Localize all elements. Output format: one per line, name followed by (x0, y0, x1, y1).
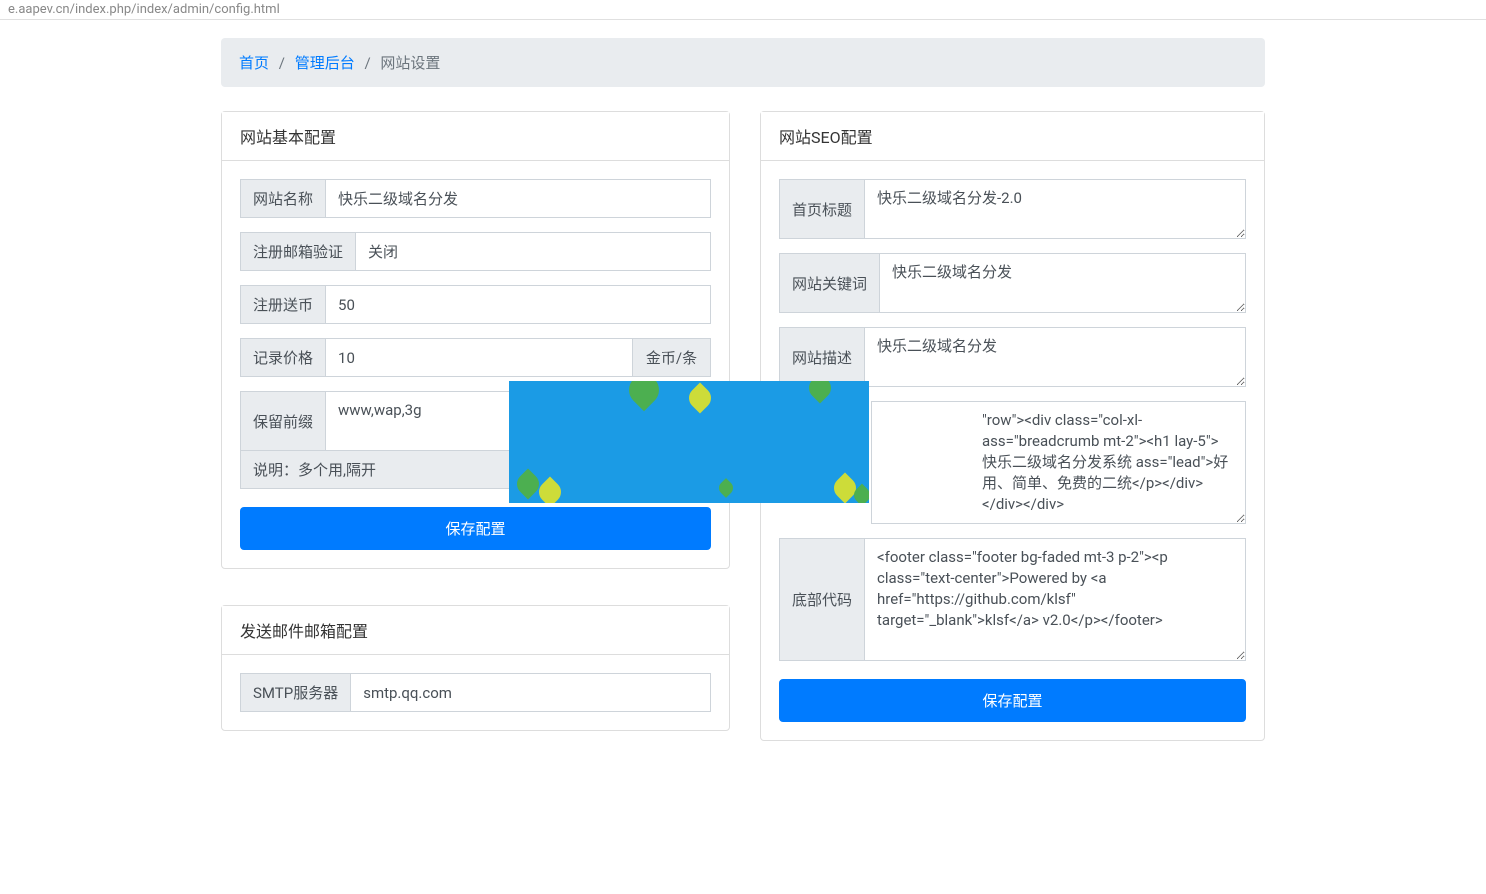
reserved-prefix-note: 说明：多个用,隔开 (240, 450, 711, 489)
reg-coin-input[interactable] (325, 285, 711, 324)
smtp-config-card: 发送邮件邮箱配置 SMTP服务器 (221, 605, 730, 731)
seo-config-card: 网站SEO配置 首页标题 网站关键词 网站描述 (760, 111, 1265, 741)
seo-config-title: 网站SEO配置 (761, 112, 1264, 161)
description-label: 网站描述 (779, 327, 864, 387)
basic-config-card: 网站基本配置 网站名称 注册邮箱验证 关闭 注册送币 (221, 111, 730, 569)
record-price-input[interactable] (325, 338, 633, 377)
reserved-prefix-label: 保留前缀 (240, 391, 325, 451)
breadcrumb-current: 网站设置 (380, 54, 440, 72)
reg-coin-label: 注册送币 (240, 285, 325, 324)
address-bar: e.aapev.cn/index.php/index/admin/config.… (0, 0, 1486, 20)
breadcrumb: 首页 / 管理后台 / 网站设置 (221, 38, 1265, 87)
header-code-input[interactable] (871, 401, 1246, 524)
footer-code-input[interactable] (864, 538, 1246, 661)
smtp-server-label: SMTP服务器 (240, 673, 350, 712)
home-title-input[interactable] (864, 179, 1246, 239)
keywords-label: 网站关键词 (779, 253, 879, 313)
basic-config-title: 网站基本配置 (222, 112, 729, 161)
reg-email-verify-select[interactable]: 关闭 (355, 232, 711, 271)
smtp-config-title: 发送邮件邮箱配置 (222, 606, 729, 655)
site-name-label: 网站名称 (240, 179, 325, 218)
keywords-input[interactable] (879, 253, 1246, 313)
site-name-input[interactable] (325, 179, 711, 218)
record-price-suffix: 金币/条 (633, 338, 711, 377)
save-basic-button[interactable]: 保存配置 (240, 507, 711, 550)
home-title-label: 首页标题 (779, 179, 864, 239)
record-price-label: 记录价格 (240, 338, 325, 377)
breadcrumb-admin[interactable]: 管理后台 (295, 54, 355, 72)
description-input[interactable] (864, 327, 1246, 387)
breadcrumb-home[interactable]: 首页 (239, 54, 269, 72)
reserved-prefix-input[interactable] (325, 391, 711, 451)
save-seo-button[interactable]: 保存配置 (779, 679, 1246, 722)
breadcrumb-separator: / (358, 54, 376, 72)
breadcrumb-separator: / (273, 54, 291, 72)
smtp-server-input[interactable] (350, 673, 711, 712)
footer-code-label: 底部代码 (779, 538, 864, 661)
reg-email-verify-label: 注册邮箱验证 (240, 232, 355, 271)
